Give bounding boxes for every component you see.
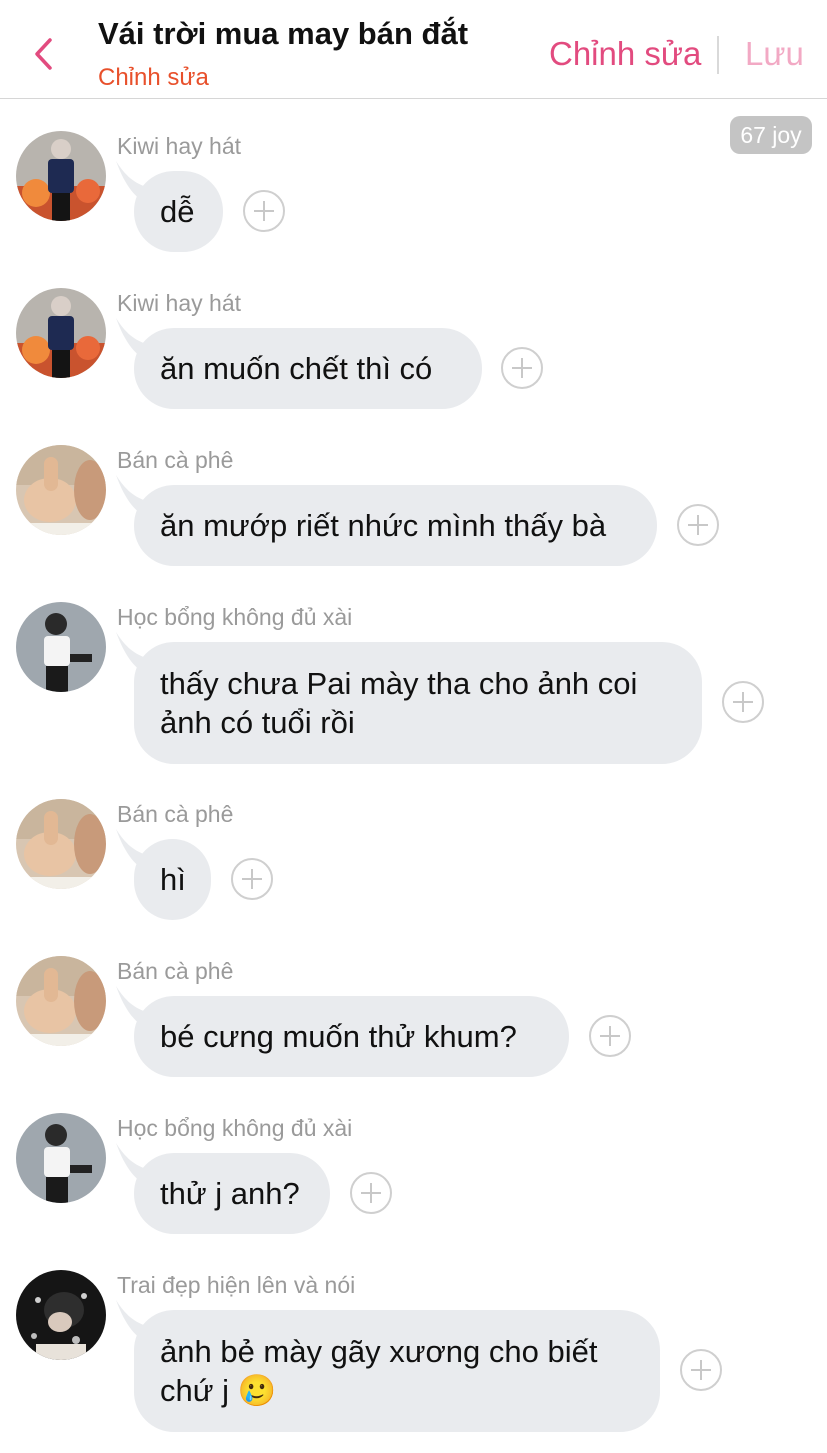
avatar[interactable]: [16, 1270, 106, 1360]
avatar[interactable]: [16, 1113, 106, 1203]
avatar[interactable]: [16, 602, 106, 692]
avatar[interactable]: [16, 445, 106, 535]
message-text: ăn muốn chết thì có: [160, 351, 433, 386]
message-bubble[interactable]: ăn muốn chết thì có: [134, 328, 482, 409]
add-reaction-button[interactable]: [350, 1172, 392, 1214]
message-text: chứ j 🥲: [160, 1373, 277, 1408]
add-reaction-button[interactable]: [231, 858, 273, 900]
sender-name: Bán cà phê: [117, 801, 234, 827]
message-bubble[interactable]: thử j anh?: [134, 1153, 330, 1234]
message-text: dễ: [160, 194, 195, 229]
chat-header: Vái trời mua may bán đắt Chỉnh sửa Chỉnh…: [0, 0, 827, 99]
message-bubble[interactable]: thấy chưa Pai mày tha cho ảnh coi ảnh có…: [134, 642, 702, 764]
message-text: ảnh bẻ mày gãy xương cho biết: [160, 1334, 598, 1369]
add-reaction-button[interactable]: [677, 504, 719, 546]
message-text: hì: [160, 862, 186, 897]
joy-count-badge: 67 joy: [730, 116, 812, 154]
message-bubble[interactable]: dễ: [134, 171, 223, 252]
message-bubble[interactable]: ảnh bẻ mày gãy xương cho biết chứ j 🥲: [134, 1310, 660, 1432]
sender-name: Học bổng không đủ xài: [117, 1115, 353, 1141]
avatar[interactable]: [16, 956, 106, 1046]
add-reaction-button[interactable]: [589, 1015, 631, 1057]
avatar[interactable]: [16, 288, 106, 378]
avatar[interactable]: [16, 799, 106, 889]
message-bubble[interactable]: ăn mướp riết nhức mình thấy bà: [134, 485, 657, 566]
message-text: thấy chưa Pai mày tha cho ảnh coi: [160, 666, 638, 701]
message-bubble[interactable]: hì: [134, 839, 211, 920]
message-bubble[interactable]: bé cưng muốn thử khum?: [134, 996, 569, 1077]
sender-name: Học bổng không đủ xài: [117, 604, 353, 630]
message-text: ảnh có tuổi rồi: [160, 705, 355, 740]
sender-name: Bán cà phê: [117, 958, 234, 984]
sender-name: Bán cà phê: [117, 447, 234, 473]
add-reaction-button[interactable]: [722, 681, 764, 723]
sender-name: Kiwi hay hát: [117, 133, 242, 159]
sender-name: Kiwi hay hát: [117, 290, 242, 316]
sender-name: Trai đẹp hiện lên và nói: [117, 1272, 356, 1298]
back-button[interactable]: [28, 34, 62, 74]
message-text: ăn mướp riết nhức mình thấy bà: [160, 508, 607, 543]
message-text: bé cưng muốn thử khum?: [160, 1019, 517, 1054]
chat-subtitle[interactable]: Chỉnh sửa: [98, 64, 209, 92]
chevron-left-icon: [35, 38, 52, 70]
message-text: thử j anh?: [160, 1176, 300, 1211]
avatar[interactable]: [16, 131, 106, 221]
save-button[interactable]: Lưu: [745, 35, 804, 73]
add-reaction-button[interactable]: [243, 190, 285, 232]
header-divider: [717, 36, 719, 74]
edit-button[interactable]: Chỉnh sửa: [549, 35, 701, 73]
chat-title: Vái trời mua may bán đắt: [98, 16, 469, 51]
add-reaction-button[interactable]: [680, 1349, 722, 1391]
add-reaction-button[interactable]: [501, 347, 543, 389]
